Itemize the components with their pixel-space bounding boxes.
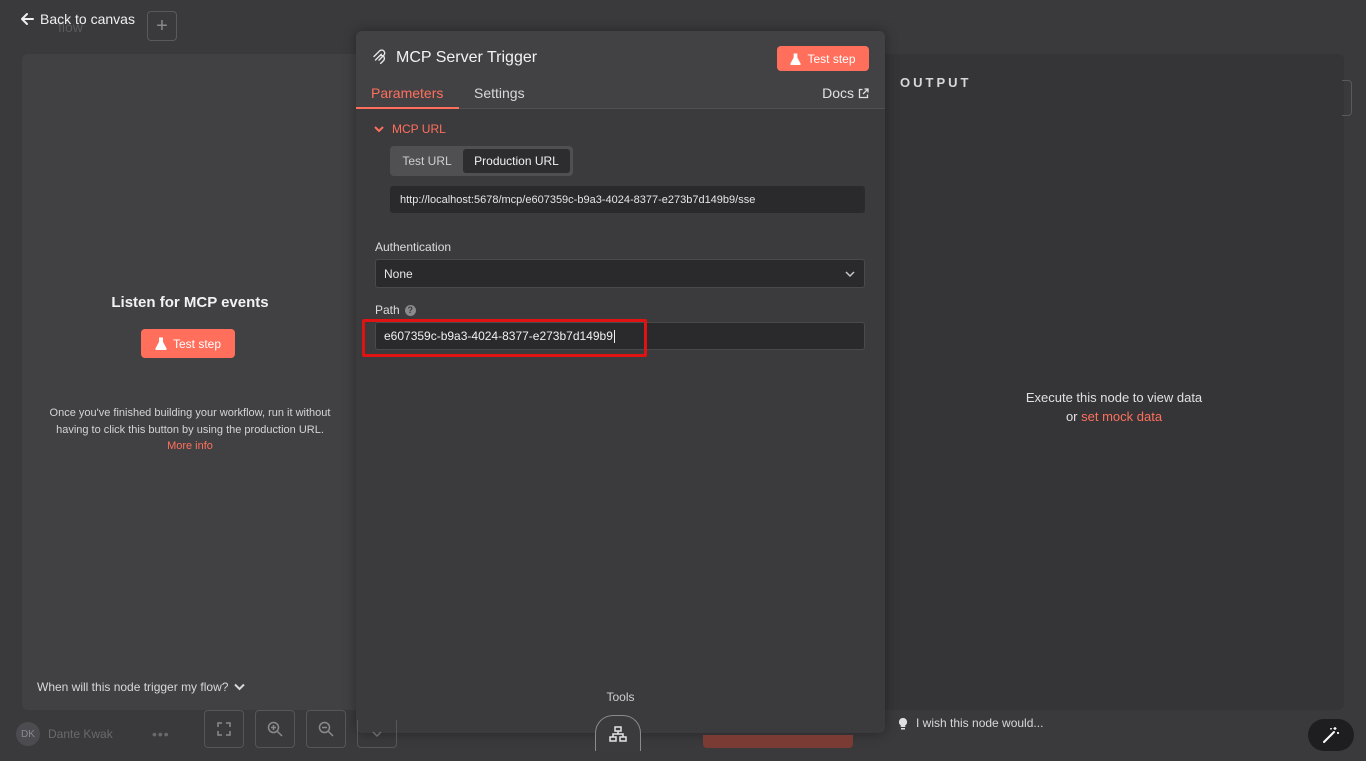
ai-assistant-button[interactable] — [1308, 719, 1354, 751]
path-label: Path — [375, 303, 400, 317]
node-test-step-button[interactable]: Test step — [777, 46, 869, 71]
tools-label: Tools — [606, 690, 635, 704]
fullscreen-icon — [217, 722, 231, 736]
authentication-value: None — [384, 266, 413, 281]
output-empty-or: or — [1065, 408, 1078, 424]
zoom-out-button[interactable] — [306, 710, 346, 748]
trigger-question-toggle[interactable]: When will this node trigger my flow? — [37, 680, 246, 694]
user-menu[interactable]: DK Dante Kwak — [16, 722, 113, 746]
output-empty-message: Execute this node to view data — [1025, 390, 1203, 405]
mcp-url-section-label: MCP URL — [392, 122, 446, 136]
authentication-label: Authentication — [375, 240, 452, 254]
text-caret — [613, 329, 615, 343]
lightbulb-icon — [898, 717, 908, 729]
zoom-in-button[interactable] — [255, 710, 295, 748]
mcp-url-value[interactable]: http://localhost:5678/mcp/e607359c-b9a3-… — [390, 186, 865, 213]
chevron-down-icon — [845, 271, 855, 278]
back-to-canvas-label: Back to canvas — [40, 11, 135, 27]
mcp-url-section-toggle[interactable]: MCP URL — [374, 122, 446, 136]
user-more-icon[interactable]: ••• — [152, 726, 170, 742]
add-node-button[interactable]: + — [147, 11, 177, 41]
tab-settings[interactable]: Settings — [474, 85, 525, 101]
zoom-out-icon — [318, 721, 334, 737]
url-type-switch: Test URL Production URL — [390, 146, 573, 176]
user-name: Dante Kwak — [48, 727, 113, 741]
flask-icon — [155, 337, 167, 350]
tab-parameters[interactable]: Parameters — [371, 85, 443, 101]
node-header: MCP Server Trigger Test step Parameters … — [356, 31, 885, 109]
node-settings-panel: MCP Server Trigger Test step Parameters … — [356, 31, 885, 751]
input-test-step-label: Test step — [172, 336, 222, 351]
trigger-question-label: When will this node trigger my flow? — [37, 680, 229, 694]
docs-label: Docs — [822, 85, 854, 101]
production-url-option[interactable]: Production URL — [463, 149, 570, 173]
set-mock-data-link[interactable]: set mock data — [1081, 409, 1162, 424]
output-panel: OUTPUT Execute this node to view data or… — [884, 54, 1344, 710]
node-test-step-label: Test step — [807, 51, 856, 66]
node-tabs: Parameters Settings Docs — [356, 81, 885, 109]
flask-icon — [790, 53, 802, 65]
trigger-hint-text: Once you've finished building your workf… — [49, 407, 331, 436]
node-feedback-link[interactable]: I wish this node would... — [898, 716, 1043, 730]
undo-icon — [372, 730, 382, 737]
docs-link[interactable]: Docs — [822, 85, 869, 101]
authentication-select[interactable]: None — [375, 259, 865, 288]
execute-workflow-button[interactable] — [703, 735, 853, 748]
path-input[interactable]: e607359c-b9a3-4024-8377-e273b7d149b9 — [375, 322, 865, 350]
listen-title: Listen for MCP events — [111, 294, 269, 311]
reset-zoom-button[interactable] — [357, 720, 397, 748]
input-panel: Listen for MCP events Test step Once you… — [22, 54, 358, 710]
output-title: OUTPUT — [900, 75, 972, 90]
path-label-row: Path ? — [375, 303, 416, 317]
path-value: e607359c-b9a3-4024-8377-e273b7d149b9 — [384, 329, 613, 343]
back-to-canvas-link[interactable]: Back to canvas — [20, 11, 135, 27]
magic-wand-icon — [1323, 727, 1339, 743]
help-icon[interactable]: ? — [404, 304, 416, 316]
test-url-option[interactable]: Test URL — [393, 149, 461, 173]
chevron-down-icon — [374, 125, 384, 132]
node-title: MCP Server Trigger — [396, 49, 538, 66]
trigger-hint: Once you've finished building your workf… — [46, 405, 334, 455]
output-empty-state: Execute this node to view data or set mo… — [884, 389, 1344, 426]
mcp-icon — [373, 49, 386, 65]
avatar: DK — [16, 722, 40, 746]
more-info-link[interactable]: More info — [167, 440, 213, 452]
arrow-left-icon — [21, 13, 34, 25]
external-link-icon — [858, 87, 869, 98]
bottom-bar: DK Dante Kwak ••• I wish this node would… — [0, 710, 1366, 761]
chevron-down-icon — [234, 683, 246, 691]
zoom-to-fit-button[interactable] — [204, 710, 244, 748]
input-test-step-button[interactable]: Test step — [141, 329, 235, 358]
node-feedback-label: I wish this node would... — [916, 716, 1044, 730]
zoom-in-icon — [267, 721, 283, 737]
panel-edge-tab — [1342, 80, 1352, 116]
active-tab-indicator — [356, 107, 459, 109]
